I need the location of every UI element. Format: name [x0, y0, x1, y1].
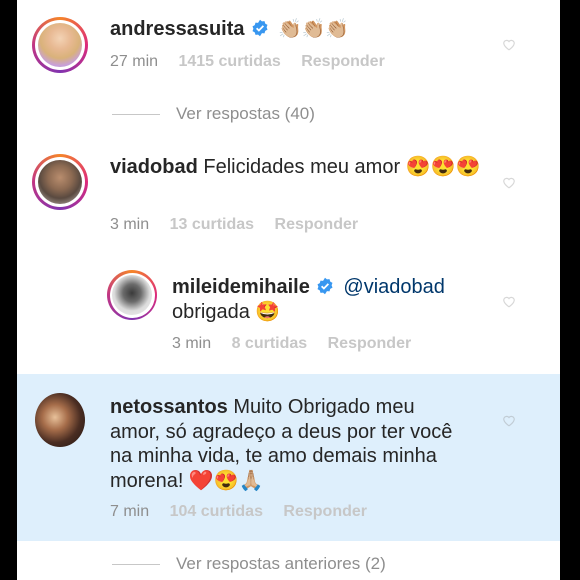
comment-time: 3 min — [110, 216, 150, 233]
comments-panel: andressasuita 👏🏼👏🏼👏🏼 27 min 1415 curtida… — [17, 0, 560, 580]
avatar[interactable] — [32, 154, 88, 210]
like-heart-icon[interactable] — [502, 176, 516, 189]
comment-text: andressasuita 👏🏼👏🏼👏🏼 — [110, 17, 349, 43]
comment-meta: 3 min 8 curtidas Responder — [172, 335, 427, 353]
mention-link[interactable]: @viadobad — [343, 276, 444, 298]
verified-badge-icon — [252, 19, 268, 37]
avatar[interactable] — [32, 17, 88, 73]
reply-button[interactable]: Responder — [328, 335, 412, 352]
avatar[interactable] — [107, 270, 157, 320]
comment-body: Felicidades meu amor 😍😍😍 — [203, 156, 481, 178]
verified-badge-icon — [317, 277, 333, 295]
like-heart-icon[interactable] — [502, 414, 516, 427]
reply-button[interactable]: Responder — [283, 503, 367, 520]
likes-count[interactable]: 13 curtidas — [170, 216, 254, 233]
comment-text: viadobad Felicidades meu amor 😍😍😍 — [110, 155, 490, 180]
comment-item: andressasuita 👏🏼👏🏼👏🏼 27 min 1415 curtida… — [17, 0, 560, 100]
likes-count[interactable]: 8 curtidas — [232, 335, 308, 352]
comment-meta: 27 min 1415 curtidas Responder — [110, 53, 401, 71]
comment-time: 3 min — [172, 335, 212, 352]
avatar[interactable] — [32, 392, 88, 448]
comment-item: viadobad Felicidades meu amor 😍😍😍 3 min … — [17, 150, 560, 250]
comment-username[interactable]: mileidemihaile — [172, 276, 310, 298]
comment-meta: 3 min 13 curtidas Responder — [110, 216, 374, 234]
comment-username[interactable]: netossantos — [110, 396, 228, 418]
comment-username[interactable]: andressasuita — [110, 18, 245, 40]
comment-meta: 7 min 104 curtidas Responder — [110, 503, 383, 521]
divider — [112, 563, 160, 565]
reply-button[interactable]: Responder — [275, 216, 359, 233]
comment-time: 27 min — [110, 53, 159, 70]
reply-button[interactable]: Responder — [301, 53, 385, 70]
view-previous-replies-link[interactable]: Ver respostas anteriores (2) — [112, 554, 386, 574]
view-replies-link[interactable]: Ver respostas (40) — [112, 104, 315, 124]
comment-item-highlighted: netossantos Muito Obrigado meu amor, só … — [17, 374, 560, 541]
comment-body: 👏🏼👏🏼👏🏼 — [278, 19, 350, 40]
comment-time: 7 min — [110, 503, 150, 520]
reply-item: mileidemihaile @viadobad obrigada 🤩 3 mi… — [17, 265, 560, 365]
comment-username[interactable]: viadobad — [110, 156, 198, 178]
view-replies-label: Ver respostas (40) — [176, 104, 315, 123]
likes-count[interactable]: 104 curtidas — [170, 503, 263, 520]
view-previous-replies-label: Ver respostas anteriores (2) — [176, 554, 386, 573]
like-heart-icon[interactable] — [502, 38, 516, 51]
likes-count[interactable]: 1415 curtidas — [178, 53, 280, 70]
divider — [112, 113, 160, 115]
comment-text: netossantos Muito Obrigado meu amor, só … — [110, 395, 470, 493]
comment-text: mileidemihaile @viadobad obrigada 🤩 — [172, 275, 502, 324]
comment-body: obrigada 🤩 — [172, 300, 281, 323]
like-heart-icon[interactable] — [502, 295, 516, 308]
